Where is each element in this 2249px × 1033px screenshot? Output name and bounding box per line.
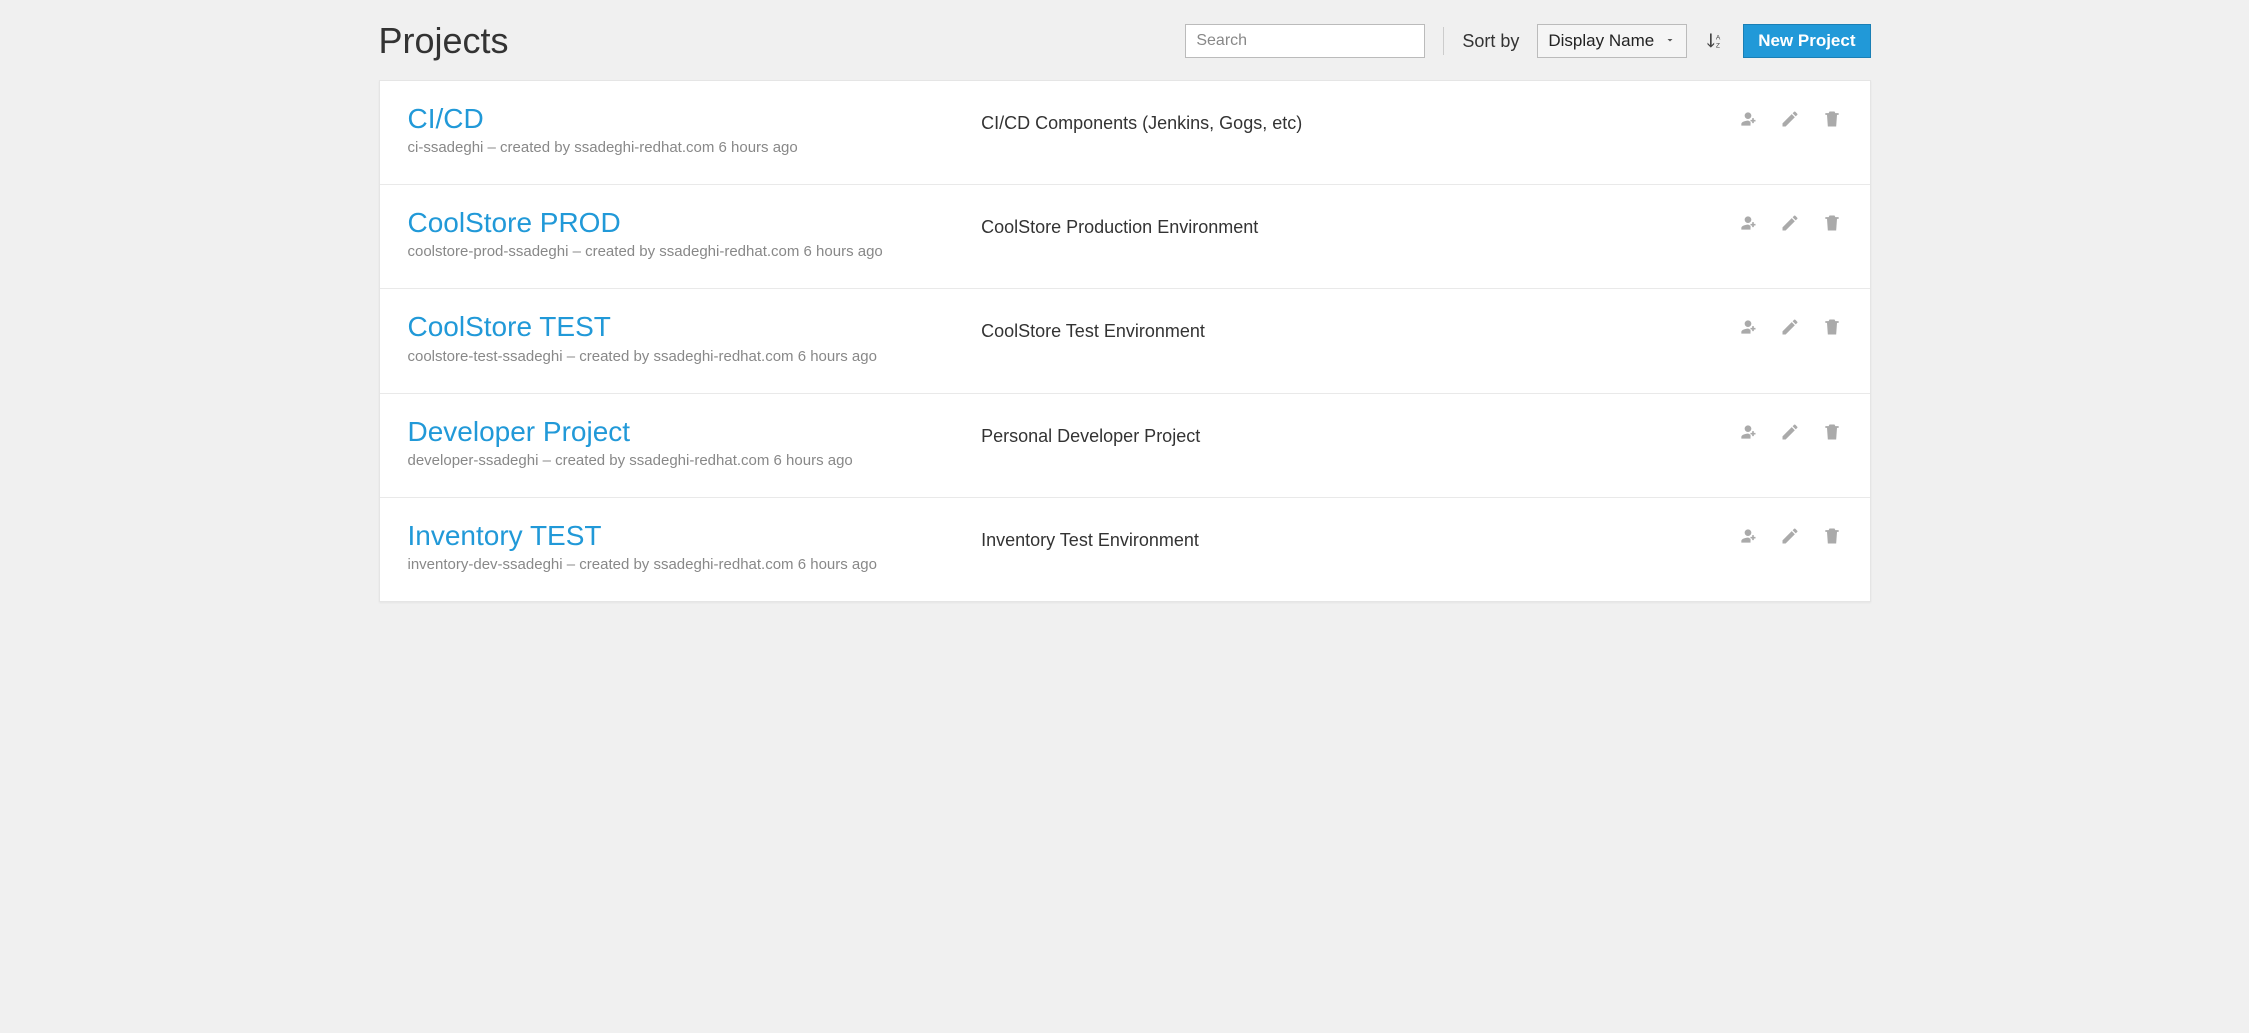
membership-icon[interactable] xyxy=(1738,422,1758,442)
svg-text:Z: Z xyxy=(1716,43,1720,50)
edit-icon[interactable] xyxy=(1780,213,1800,233)
project-meta: developer-ssadeghi – created by ssadeghi… xyxy=(408,452,982,469)
project-row: Inventory TEST inventory-dev-ssadeghi – … xyxy=(380,498,1870,601)
membership-icon[interactable] xyxy=(1738,317,1758,337)
projects-list: CI/CD ci-ssadeghi – created by ssadeghi-… xyxy=(379,80,1871,602)
project-meta: ci-ssadeghi – created by ssadeghi-redhat… xyxy=(408,139,982,156)
membership-icon[interactable] xyxy=(1738,109,1758,129)
delete-icon[interactable] xyxy=(1822,213,1842,233)
sort-direction-button[interactable]: A Z xyxy=(1705,31,1725,51)
project-title-link[interactable]: Developer Project xyxy=(408,416,631,447)
project-meta: coolstore-test-ssadeghi – created by ssa… xyxy=(408,348,982,365)
toolbar: Sort by Display Name A Z New Project xyxy=(1185,24,1870,58)
project-row: Developer Project developer-ssadeghi – c… xyxy=(380,394,1870,498)
project-title-link[interactable]: CI/CD xyxy=(408,103,484,134)
edit-icon[interactable] xyxy=(1780,422,1800,442)
edit-icon[interactable] xyxy=(1780,317,1800,337)
sort-select[interactable]: Display Name xyxy=(1537,24,1687,58)
svg-text:A: A xyxy=(1716,34,1721,41)
project-description: Inventory Test Environment xyxy=(981,520,1737,551)
delete-icon[interactable] xyxy=(1822,422,1842,442)
sort-selected: Display Name xyxy=(1548,31,1654,51)
membership-icon[interactable] xyxy=(1738,213,1758,233)
project-row: CoolStore PROD coolstore-prod-ssadeghi –… xyxy=(380,185,1870,289)
project-description: CoolStore Test Environment xyxy=(981,311,1737,342)
project-row: CoolStore TEST coolstore-test-ssadeghi –… xyxy=(380,289,1870,393)
delete-icon[interactable] xyxy=(1822,317,1842,337)
membership-icon[interactable] xyxy=(1738,526,1758,546)
project-title-link[interactable]: Inventory TEST xyxy=(408,520,602,551)
sort-label: Sort by xyxy=(1462,31,1519,52)
search-input[interactable] xyxy=(1185,24,1425,58)
edit-icon[interactable] xyxy=(1780,526,1800,546)
chevron-down-icon xyxy=(1664,31,1676,51)
project-description: Personal Developer Project xyxy=(981,416,1737,447)
project-row: CI/CD ci-ssadeghi – created by ssadeghi-… xyxy=(380,81,1870,185)
project-title-link[interactable]: CoolStore TEST xyxy=(408,311,611,342)
project-description: CI/CD Components (Jenkins, Gogs, etc) xyxy=(981,103,1737,134)
divider xyxy=(1443,27,1444,55)
delete-icon[interactable] xyxy=(1822,526,1842,546)
project-description: CoolStore Production Environment xyxy=(981,207,1737,238)
edit-icon[interactable] xyxy=(1780,109,1800,129)
project-meta: inventory-dev-ssadeghi – created by ssad… xyxy=(408,556,982,573)
project-title-link[interactable]: CoolStore PROD xyxy=(408,207,621,238)
new-project-button[interactable]: New Project xyxy=(1743,24,1870,58)
delete-icon[interactable] xyxy=(1822,109,1842,129)
page-title: Projects xyxy=(379,20,1186,62)
project-meta: coolstore-prod-ssadeghi – created by ssa… xyxy=(408,243,982,260)
